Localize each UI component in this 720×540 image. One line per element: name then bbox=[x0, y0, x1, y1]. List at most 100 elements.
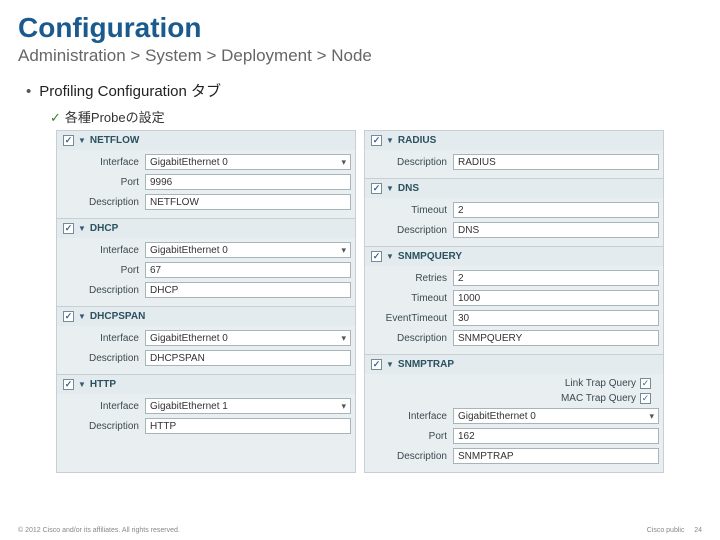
field-label: Description bbox=[369, 451, 447, 462]
checkbox-mac-trap[interactable]: ✓ bbox=[640, 393, 651, 404]
section-title: HTTP bbox=[90, 379, 116, 390]
description-input[interactable]: DHCP bbox=[145, 282, 351, 298]
section-header-http[interactable]: ✓ ▼ HTTP bbox=[57, 375, 355, 394]
field-label: Port bbox=[61, 177, 139, 188]
row-mac-trap: MAC Trap Query ✓ bbox=[369, 391, 659, 406]
field-label: Timeout bbox=[369, 293, 447, 304]
eventtimeout-input[interactable]: 30 bbox=[453, 310, 659, 326]
collapse-icon[interactable]: ▼ bbox=[78, 224, 86, 233]
field-label: Interface bbox=[61, 245, 139, 256]
footer-classification: Cisco public bbox=[647, 527, 685, 534]
retries-input[interactable]: 2 bbox=[453, 270, 659, 286]
footer-copyright: © 2012 Cisco and/or its affiliates. All … bbox=[18, 527, 180, 534]
interface-combo[interactable]: GigabitEthernet 0 bbox=[453, 408, 659, 424]
interface-combo[interactable]: GigabitEthernet 0 bbox=[145, 242, 351, 258]
checkbox-radius[interactable]: ✓ bbox=[371, 135, 382, 146]
section-netflow: ✓ ▼ NETFLOW Interface GigabitEthernet 0 … bbox=[57, 131, 355, 218]
row-link-trap: Link Trap Query ✓ bbox=[369, 376, 659, 391]
checkbox-dhcp[interactable]: ✓ bbox=[63, 223, 74, 234]
checkbox-http[interactable]: ✓ bbox=[63, 379, 74, 390]
field-label: Description bbox=[61, 353, 139, 364]
interface-combo[interactable]: GigabitEthernet 1 bbox=[145, 398, 351, 414]
row-port: Port 9996 bbox=[61, 172, 351, 192]
collapse-icon[interactable]: ▼ bbox=[386, 252, 394, 261]
row-description: Description NETFLOW bbox=[61, 192, 351, 212]
field-label: Interface bbox=[61, 333, 139, 344]
description-input[interactable]: NETFLOW bbox=[145, 194, 351, 210]
field-label: Port bbox=[369, 431, 447, 442]
section-header-dns[interactable]: ✓ ▼ DNS bbox=[365, 179, 663, 198]
port-input[interactable]: 67 bbox=[145, 262, 351, 278]
field-label: Link Trap Query bbox=[565, 378, 636, 389]
collapse-icon[interactable]: ▼ bbox=[78, 312, 86, 321]
checkbox-snmpquery[interactable]: ✓ bbox=[371, 251, 382, 262]
bullet-sub-text: 各種Probeの設定 bbox=[65, 110, 165, 125]
section-dhcp: ✓ ▼ DHCP Interface GigabitEthernet 0 Port… bbox=[57, 218, 355, 306]
section-dhcpspan: ✓ ▼ DHCPSPAN InterfaceGigabitEthernet 0 … bbox=[57, 306, 355, 374]
description-input[interactable]: DNS bbox=[453, 222, 659, 238]
section-header-dhcpspan[interactable]: ✓ ▼ DHCPSPAN bbox=[57, 307, 355, 326]
interface-combo[interactable]: GigabitEthernet 0 bbox=[145, 330, 351, 346]
row-interface: Interface GigabitEthernet 0 bbox=[61, 152, 351, 172]
description-input[interactable]: SNMPQUERY bbox=[453, 330, 659, 346]
section-dns: ✓ ▼ DNS Timeout2 DescriptionDNS bbox=[365, 178, 663, 246]
description-input[interactable]: DHCPSPAN bbox=[145, 350, 351, 366]
checkbox-link-trap[interactable]: ✓ bbox=[640, 378, 651, 389]
checkbox-netflow[interactable]: ✓ bbox=[63, 135, 74, 146]
section-title: SNMPTRAP bbox=[398, 359, 454, 370]
timeout-input[interactable]: 1000 bbox=[453, 290, 659, 306]
collapse-icon[interactable]: ▼ bbox=[78, 136, 86, 145]
section-header-radius[interactable]: ✓ ▼ RADIUS bbox=[365, 131, 663, 150]
field-label: Interface bbox=[61, 157, 139, 168]
port-input[interactable]: 9996 bbox=[145, 174, 351, 190]
timeout-input[interactable]: 2 bbox=[453, 202, 659, 218]
section-header-dhcp[interactable]: ✓ ▼ DHCP bbox=[57, 219, 355, 238]
field-label: Timeout bbox=[369, 205, 447, 216]
bullet-sub: ✓ 各種Probeの設定 bbox=[26, 101, 720, 126]
section-title: SNMPQUERY bbox=[398, 251, 462, 262]
collapse-icon[interactable]: ▼ bbox=[386, 136, 394, 145]
interface-combo[interactable]: GigabitEthernet 0 bbox=[145, 154, 351, 170]
bullet-dot-icon: • bbox=[26, 83, 31, 100]
panel-right: ✓ ▼ RADIUS DescriptionRADIUS ✓ ▼ DNS Tim… bbox=[364, 130, 664, 473]
section-title: NETFLOW bbox=[90, 135, 139, 146]
section-title: RADIUS bbox=[398, 135, 436, 146]
footer: © 2012 Cisco and/or its affiliates. All … bbox=[18, 527, 702, 534]
checkbox-dns[interactable]: ✓ bbox=[371, 183, 382, 194]
section-title: DHCP bbox=[90, 223, 118, 234]
section-http: ✓ ▼ HTTP Interface GigabitEthernet 1 Desc… bbox=[57, 374, 355, 442]
port-input[interactable]: 162 bbox=[453, 428, 659, 444]
field-label: Description bbox=[61, 285, 139, 296]
description-input[interactable]: SNMPTRAP bbox=[453, 448, 659, 464]
field-label: Interface bbox=[61, 401, 139, 412]
field-label: MAC Trap Query bbox=[561, 393, 636, 404]
collapse-icon[interactable]: ▼ bbox=[78, 380, 86, 389]
page-title: Configuration bbox=[0, 0, 720, 46]
field-label: Description bbox=[369, 333, 447, 344]
field-label: Description bbox=[61, 197, 139, 208]
breadcrumb: Administration > System > Deployment > N… bbox=[0, 46, 720, 70]
checkbox-dhcpspan[interactable]: ✓ bbox=[63, 311, 74, 322]
bullet-list: • Profiling Configuration タブ ✓ 各種Probeの設定 bbox=[0, 70, 720, 126]
section-snmptrap: ✓ ▼ SNMPTRAP Link Trap Query ✓ MAC Trap … bbox=[365, 354, 663, 472]
description-input[interactable]: RADIUS bbox=[453, 154, 659, 170]
section-header-netflow[interactable]: ✓ ▼ NETFLOW bbox=[57, 131, 355, 150]
section-header-snmpquery[interactable]: ✓ ▼ SNMPQUERY bbox=[365, 247, 663, 266]
checkbox-snmptrap[interactable]: ✓ bbox=[371, 359, 382, 370]
field-label: Port bbox=[61, 265, 139, 276]
collapse-icon[interactable]: ▼ bbox=[386, 184, 394, 193]
checkmark-icon: ✓ bbox=[50, 110, 61, 125]
field-label: Description bbox=[61, 421, 139, 432]
field-label: Interface bbox=[369, 411, 447, 422]
section-title: DHCPSPAN bbox=[90, 311, 145, 322]
section-snmpquery: ✓ ▼ SNMPQUERY Retries2 Timeout1000 Event… bbox=[365, 246, 663, 354]
section-radius: ✓ ▼ RADIUS DescriptionRADIUS bbox=[365, 131, 663, 178]
bullet-main-text: Profiling Configuration タブ bbox=[39, 83, 221, 100]
section-header-snmptrap[interactable]: ✓ ▼ SNMPTRAP bbox=[365, 355, 663, 374]
footer-page-number: 24 bbox=[694, 527, 702, 534]
panel-left: ✓ ▼ NETFLOW Interface GigabitEthernet 0 … bbox=[56, 130, 356, 473]
description-input[interactable]: HTTP bbox=[145, 418, 351, 434]
screenshot-area: ✓ ▼ NETFLOW Interface GigabitEthernet 0 … bbox=[0, 126, 720, 473]
collapse-icon[interactable]: ▼ bbox=[386, 360, 394, 369]
section-title: DNS bbox=[398, 183, 419, 194]
